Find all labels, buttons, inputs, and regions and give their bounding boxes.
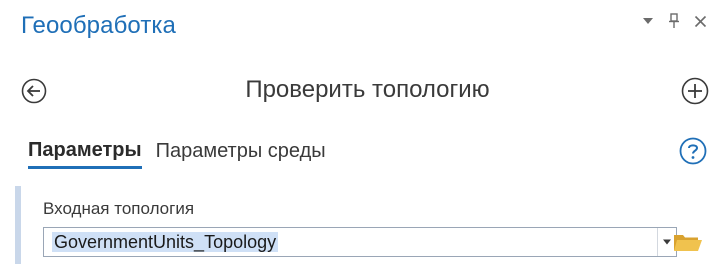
pane-window-controls [641,12,707,30]
input-topology-combobox[interactable]: GovernmentUnits_Topology [43,227,677,257]
close-icon[interactable] [693,12,707,30]
input-topology-label: Входная топология [43,199,195,218]
tab-parameters[interactable]: Параметры [28,139,142,169]
parameter-input-topology: Входная топология GovernmentUnits_Topolo… [15,186,713,266]
tab-environments[interactable]: Параметры среды [156,140,326,169]
tool-tabs: Параметры Параметры среды [28,139,326,169]
geoprocessing-pane: Геообработка Проверить топологию Парамет… [0,0,713,280]
tool-title: Проверить топологию [245,76,490,103]
parameter-accent-bar [15,186,21,264]
input-topology-value[interactable]: GovernmentUnits_Topology [52,232,279,252]
folder-icon[interactable] [672,230,704,254]
tool-header: Проверить топологию [0,70,713,114]
help-circle-icon[interactable] [679,137,707,165]
add-circle-icon[interactable] [681,77,709,105]
chevron-down-icon[interactable] [641,12,655,30]
pane-title: Геообработка [21,12,177,39]
pin-icon[interactable] [667,12,681,30]
